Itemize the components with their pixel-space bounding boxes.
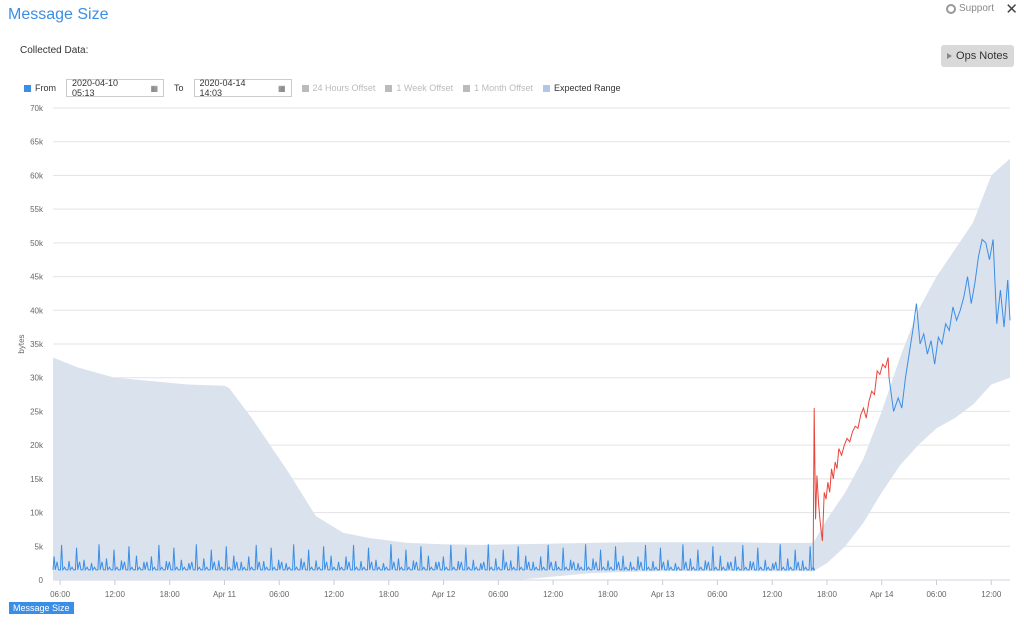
expected-range-area — [53, 158, 1010, 581]
x-tick-label: 06:00 — [269, 590, 290, 599]
legend-24h-offset[interactable]: 24 Hours Offset — [301, 83, 376, 93]
y-tick-label: 45k — [30, 273, 44, 282]
x-tick-label: 06:00 — [926, 590, 947, 599]
series-line-anomaly — [812, 357, 890, 543]
y-tick-label: 40k — [30, 306, 44, 315]
close-icon[interactable]: ✕ — [1005, 0, 1018, 18]
x-tick-label: 12:00 — [324, 590, 345, 599]
from-date-value: 2020-04-10 05:13 — [72, 78, 119, 98]
to-label: To — [174, 83, 184, 93]
x-tick-label: 18:00 — [160, 590, 181, 599]
x-tick-label: 12:00 — [105, 590, 126, 599]
ops-notes-label: Ops Notes — [956, 50, 1008, 62]
to-date-value: 2020-04-14 14:03 — [199, 78, 246, 98]
series-color-icon — [24, 84, 31, 92]
from-label: From — [35, 83, 56, 93]
support-link[interactable]: Support — [945, 3, 994, 14]
y-tick-label: 25k — [30, 407, 44, 416]
legend-swatch — [542, 84, 550, 92]
legend-label: Expected Range — [553, 83, 621, 93]
y-tick-label: 65k — [30, 138, 44, 147]
x-tick-label: 18:00 — [817, 590, 838, 599]
x-tick-label: 12:00 — [981, 590, 1002, 599]
x-tick-label: Apr 13 — [651, 590, 675, 599]
legend-label: 1 Week Offset — [396, 83, 454, 93]
lifebuoy-icon — [945, 3, 956, 14]
grid — [53, 107, 1010, 581]
from-date-input[interactable]: 2020-04-10 05:13 ▦ — [66, 78, 164, 98]
x-tick-label: Apr 14 — [870, 590, 894, 599]
legend-label: 1 Month Offset — [474, 83, 533, 93]
support-label: Support — [958, 3, 994, 14]
y-tick-label: 35k — [30, 340, 44, 349]
series-line-message-size — [52, 238, 1011, 572]
x-tick-label: 12:00 — [543, 590, 564, 599]
series-badge[interactable]: Message Size — [9, 602, 74, 614]
to-date-input[interactable]: 2020-04-14 14:03 ▦ — [193, 78, 292, 98]
x-tick-label: Apr 12 — [432, 590, 456, 599]
y-axis-label: bytes — [17, 334, 26, 353]
y-tick-label: 55k — [30, 205, 44, 214]
legend-1month-offset[interactable]: 1 Month Offset — [463, 83, 533, 93]
triangle-right-icon — [947, 53, 953, 59]
ops-notes-button[interactable]: Ops Notes — [941, 45, 1014, 67]
x-tick-label: 06:00 — [50, 590, 71, 599]
x-axis: 06:00 12:00 18:00 Apr 11 06:00 12:00 18:00 Apr … — [50, 580, 1002, 599]
y-tick-label: 10k — [30, 509, 44, 518]
x-tick-label: 18:00 — [598, 590, 619, 599]
calendar-icon[interactable]: ▦ — [278, 84, 286, 93]
y-tick-label: 30k — [30, 374, 44, 383]
y-tick-label: 50k — [30, 239, 44, 248]
y-tick-label: 5k — [35, 542, 44, 551]
x-tick-label: 18:00 — [379, 590, 400, 599]
x-tick-label: 06:00 — [707, 590, 728, 599]
y-tick-label: 20k — [30, 441, 44, 450]
y-axis: 0 5k 10k 15k 20k 25k 30k 35k 40k 45k 50k 55k 60k 65k 7… — [30, 104, 44, 585]
calendar-icon[interactable]: ▦ — [150, 84, 158, 93]
page-title: Message Size — [8, 6, 109, 23]
legend-label: 24 Hours Offset — [312, 83, 376, 93]
y-tick-label: 15k — [30, 475, 44, 484]
y-tick-label: 70k — [30, 104, 44, 113]
y-tick-label: 60k — [30, 171, 44, 180]
x-tick-label: 12:00 — [762, 590, 783, 599]
legend-swatch — [463, 84, 471, 92]
legend-expected-range[interactable]: Expected Range — [542, 83, 621, 93]
x-tick-label: 06:00 — [488, 590, 509, 599]
x-tick-label: Apr 11 — [213, 590, 237, 599]
legend-swatch — [385, 84, 393, 92]
collected-data-label: Collected Data: — [20, 45, 89, 56]
legend-swatch — [301, 84, 309, 92]
y-tick-label: 0 — [39, 576, 44, 585]
legend-1week-offset[interactable]: 1 Week Offset — [385, 83, 453, 93]
chart-controls: From 2020-04-10 05:13 ▦ To 2020-04-14 14… — [24, 78, 631, 98]
